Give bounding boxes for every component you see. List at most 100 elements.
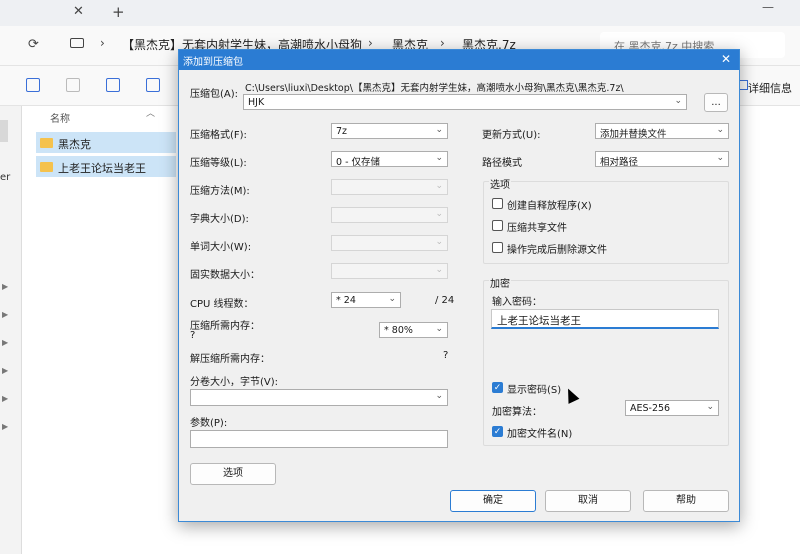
chevron-right-icon: › xyxy=(368,36,373,50)
cpu-select[interactable]: * 24 ⌄ xyxy=(331,292,401,308)
cancel-button[interactable]: 取消 xyxy=(545,490,631,512)
split-label: 分卷大小，字节(V): xyxy=(190,377,279,388)
chevron-down-icon: ⌄ xyxy=(435,125,443,135)
close-tab-icon[interactable]: ✕ xyxy=(73,4,84,19)
cpu-value: * 24 xyxy=(336,295,356,306)
archive-name-input[interactable]: HJK ⌄ xyxy=(243,94,687,110)
level-value: 0 - 仅存储 xyxy=(336,157,381,168)
word-select[interactable]: ⌄ xyxy=(331,235,448,251)
update-value: 添加并替换文件 xyxy=(600,129,667,140)
password-label: 输入密码： xyxy=(492,297,542,308)
update-select[interactable]: 添加并替换文件 ⌄ xyxy=(595,123,729,140)
show-password-checkbox[interactable]: ✓ xyxy=(492,382,503,393)
mem-label: 压缩所需内存： xyxy=(190,321,260,332)
minimize-icon[interactable]: — xyxy=(762,0,774,14)
list-item[interactable]: 黑杰克 xyxy=(36,132,176,153)
password-input[interactable]: 上老王论坛当老王 xyxy=(491,309,719,329)
pin-icon: ▶ xyxy=(2,310,9,319)
copy-icon[interactable] xyxy=(26,78,40,92)
pathmode-label: 路径模式 xyxy=(482,158,522,169)
mem-question: ? xyxy=(190,330,196,341)
solid-select[interactable]: ⌄ xyxy=(331,263,448,279)
delete-label: 操作完成后删除源文件 xyxy=(507,245,607,256)
mem-select[interactable]: * 80% ⌄ xyxy=(379,322,448,338)
format-label: 压缩格式(F): xyxy=(190,130,247,141)
pathmode-select[interactable]: 相对路径 ⌄ xyxy=(595,151,729,168)
nav-item-label[interactable]: er xyxy=(0,172,10,183)
level-select[interactable]: 0 - 仅存储 ⌄ xyxy=(331,151,448,168)
encrypt-names-label: 加密文件名(N) xyxy=(507,429,573,440)
chevron-down-icon: ⌄ xyxy=(435,391,443,401)
encryption-group-title: 加密 xyxy=(489,275,511,290)
method-label: 压缩方法(M): xyxy=(190,186,250,197)
cpu-label: CPU 线程数： xyxy=(190,299,254,310)
password-value: 上老王论坛当老王 xyxy=(497,315,581,327)
split-select[interactable]: ⌄ xyxy=(190,389,448,406)
delete-checkbox[interactable] xyxy=(492,242,503,253)
pin-icon: ▶ xyxy=(2,366,9,375)
algo-value: AES-256 xyxy=(630,403,671,414)
chevron-down-icon: ⌄ xyxy=(435,265,443,275)
close-icon[interactable]: ✕ xyxy=(721,52,731,66)
pin-icon: ▶ xyxy=(2,338,9,347)
ok-button[interactable]: 确定 xyxy=(450,490,536,512)
folder-icon xyxy=(40,162,53,172)
chevron-down-icon: ⌄ xyxy=(674,96,682,106)
decomp-question: ? xyxy=(443,350,449,361)
chevron-down-icon: ⌄ xyxy=(435,209,443,219)
dict-select[interactable]: ⌄ xyxy=(331,207,448,223)
chevron-down-icon: ⌄ xyxy=(435,237,443,247)
chevron-down-icon: ⌄ xyxy=(716,153,724,163)
details-button[interactable]: 详细信息 xyxy=(748,80,792,96)
nav-selection xyxy=(0,120,8,142)
sfx-checkbox[interactable] xyxy=(492,198,503,209)
chevron-down-icon: ⌄ xyxy=(435,181,443,191)
computer-icon xyxy=(70,38,84,48)
chevron-down-icon: ⌄ xyxy=(716,125,724,135)
encrypt-names-checkbox[interactable]: ✓ xyxy=(492,426,503,437)
help-button[interactable]: 帮助 xyxy=(643,490,729,512)
archive-label: 压缩包(A): xyxy=(190,89,239,100)
share-icon[interactable] xyxy=(146,78,160,92)
options-button[interactable]: 选项 xyxy=(190,463,276,485)
method-select[interactable]: ⌄ xyxy=(331,179,448,195)
column-header-name[interactable]: 名称 xyxy=(50,110,70,125)
cpu-total: / 24 xyxy=(435,295,455,306)
chevron-down-icon: ⌄ xyxy=(435,324,443,334)
chevron-down-icon: ⌄ xyxy=(388,294,396,304)
format-value: 7z xyxy=(336,126,348,137)
new-tab-icon[interactable]: + xyxy=(112,3,125,21)
file-name: 上老王论坛当老王 xyxy=(58,162,146,175)
algo-select[interactable]: AES-256 ⌄ xyxy=(625,400,719,416)
chevron-right-icon: › xyxy=(440,36,445,50)
add-to-archive-dialog: 添加到压缩包 ✕ 压缩包(A): C:\Users\liuxi\Desktop\… xyxy=(178,49,740,522)
file-name: 黑杰克 xyxy=(58,138,91,151)
params-label: 参数(P): xyxy=(190,418,228,429)
pin-icon: ▶ xyxy=(2,394,9,403)
sfx-label: 创建自释放程序(X) xyxy=(507,201,592,212)
solid-label: 固实数据大小： xyxy=(190,270,260,281)
archive-name-value: HJK xyxy=(248,97,265,108)
params-input[interactable] xyxy=(190,430,448,448)
pin-icon: ▶ xyxy=(2,282,9,291)
sort-up-icon: ︿ xyxy=(146,109,156,119)
chevron-right-icon: › xyxy=(100,36,105,50)
rename-icon[interactable] xyxy=(106,78,120,92)
folder-icon xyxy=(40,138,53,148)
pathmode-value: 相对路径 xyxy=(600,157,639,168)
browse-button[interactable]: ... xyxy=(704,93,728,112)
paste-icon[interactable] xyxy=(66,78,80,92)
dialog-titlebar: 添加到压缩包 ✕ xyxy=(179,50,739,70)
dialog-title: 添加到压缩包 xyxy=(183,57,243,68)
algo-label: 加密算法： xyxy=(492,407,542,418)
refresh-icon[interactable]: ⟳ xyxy=(28,37,39,52)
list-item[interactable]: 上老王论坛当老王 xyxy=(36,156,176,177)
decomp-label: 解压缩所需内存： xyxy=(190,354,270,365)
navigation-pane: er ▶ ▶ ▶ ▶ ▶ ▶ xyxy=(0,106,22,554)
chevron-down-icon: ⌄ xyxy=(435,153,443,163)
shared-checkbox[interactable] xyxy=(492,220,503,231)
level-label: 压缩等级(L): xyxy=(190,158,247,169)
format-select[interactable]: 7z ⌄ xyxy=(331,123,448,139)
tab-bar: ✕ + — xyxy=(0,0,800,26)
mem-value: * 80% xyxy=(384,325,413,336)
